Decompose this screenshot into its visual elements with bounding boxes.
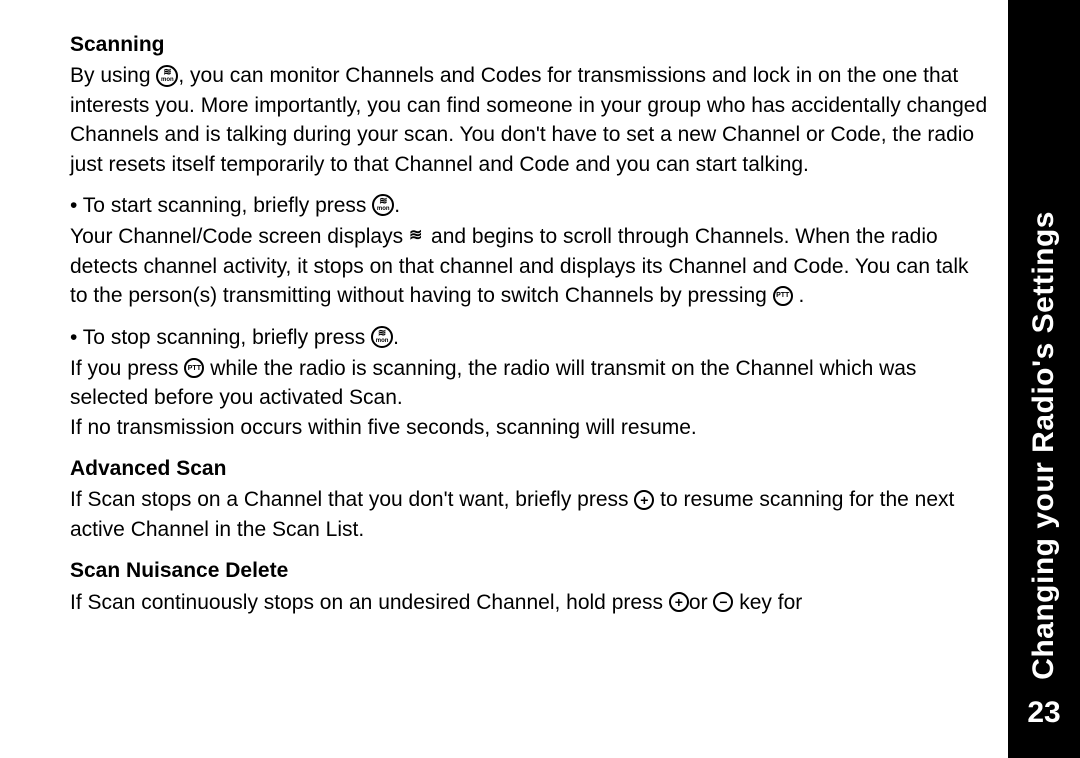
para-scanning-detail1: Your Channel/Code screen displays ≋ and … — [70, 222, 988, 310]
sidebar: Changing your Radio's Settings 23 — [1008, 0, 1080, 758]
zigzag-icon: ≋ — [409, 225, 419, 247]
text: If Scan stops on a Channel that you don'… — [70, 488, 634, 511]
heading-nuisance-delete: Scan Nuisance Delete — [70, 556, 988, 585]
plus-icon: + — [634, 490, 654, 510]
bullet-stop-scanning: • To stop scanning, briefly press ≋mon. — [70, 323, 988, 352]
text: • To start scanning, briefly press — [70, 194, 372, 217]
text: • To stop scanning, briefly press — [70, 326, 371, 349]
para-scanning-intro: By using ≋mon, you can monitor Channels … — [70, 61, 988, 179]
page-number: 23 — [1027, 696, 1060, 730]
text: If Scan continuously stops on an undesir… — [70, 591, 669, 614]
text: By using — [70, 64, 156, 87]
para-nuisance-delete: If Scan continuously stops on an undesir… — [70, 588, 988, 617]
ptt-icon: PTT — [773, 286, 793, 306]
heading-scanning: Scanning — [70, 30, 988, 59]
text: . — [793, 284, 805, 307]
scan-mon-icon: ≋mon — [372, 194, 394, 216]
text: Your Channel/Code screen displays — [70, 225, 409, 248]
text: If you press — [70, 357, 184, 380]
text: . — [393, 326, 399, 349]
page-content: Scanning By using ≋mon, you can monitor … — [0, 0, 1008, 758]
text: , you can monitor Channels and Codes for… — [70, 64, 987, 175]
sidebar-title: Changing your Radio's Settings — [1027, 211, 1061, 680]
heading-advanced-scan: Advanced Scan — [70, 454, 988, 483]
scan-mon-icon: ≋mon — [156, 65, 178, 87]
bullet-start-scanning: • To start scanning, briefly press ≋mon. — [70, 191, 988, 220]
scan-mon-icon: ≋mon — [371, 326, 393, 348]
text: . — [394, 194, 400, 217]
text: key for — [733, 591, 802, 614]
para-scanning-detail2: If you press PTT while the radio is scan… — [70, 354, 988, 413]
minus-icon: − — [713, 592, 733, 612]
para-advanced-scan: If Scan stops on a Channel that you don'… — [70, 485, 988, 544]
plus-icon: + — [669, 592, 689, 612]
text: or — [689, 591, 714, 614]
para-scanning-detail3: If no transmission occurs within five se… — [70, 413, 988, 442]
ptt-icon: PTT — [184, 358, 204, 378]
